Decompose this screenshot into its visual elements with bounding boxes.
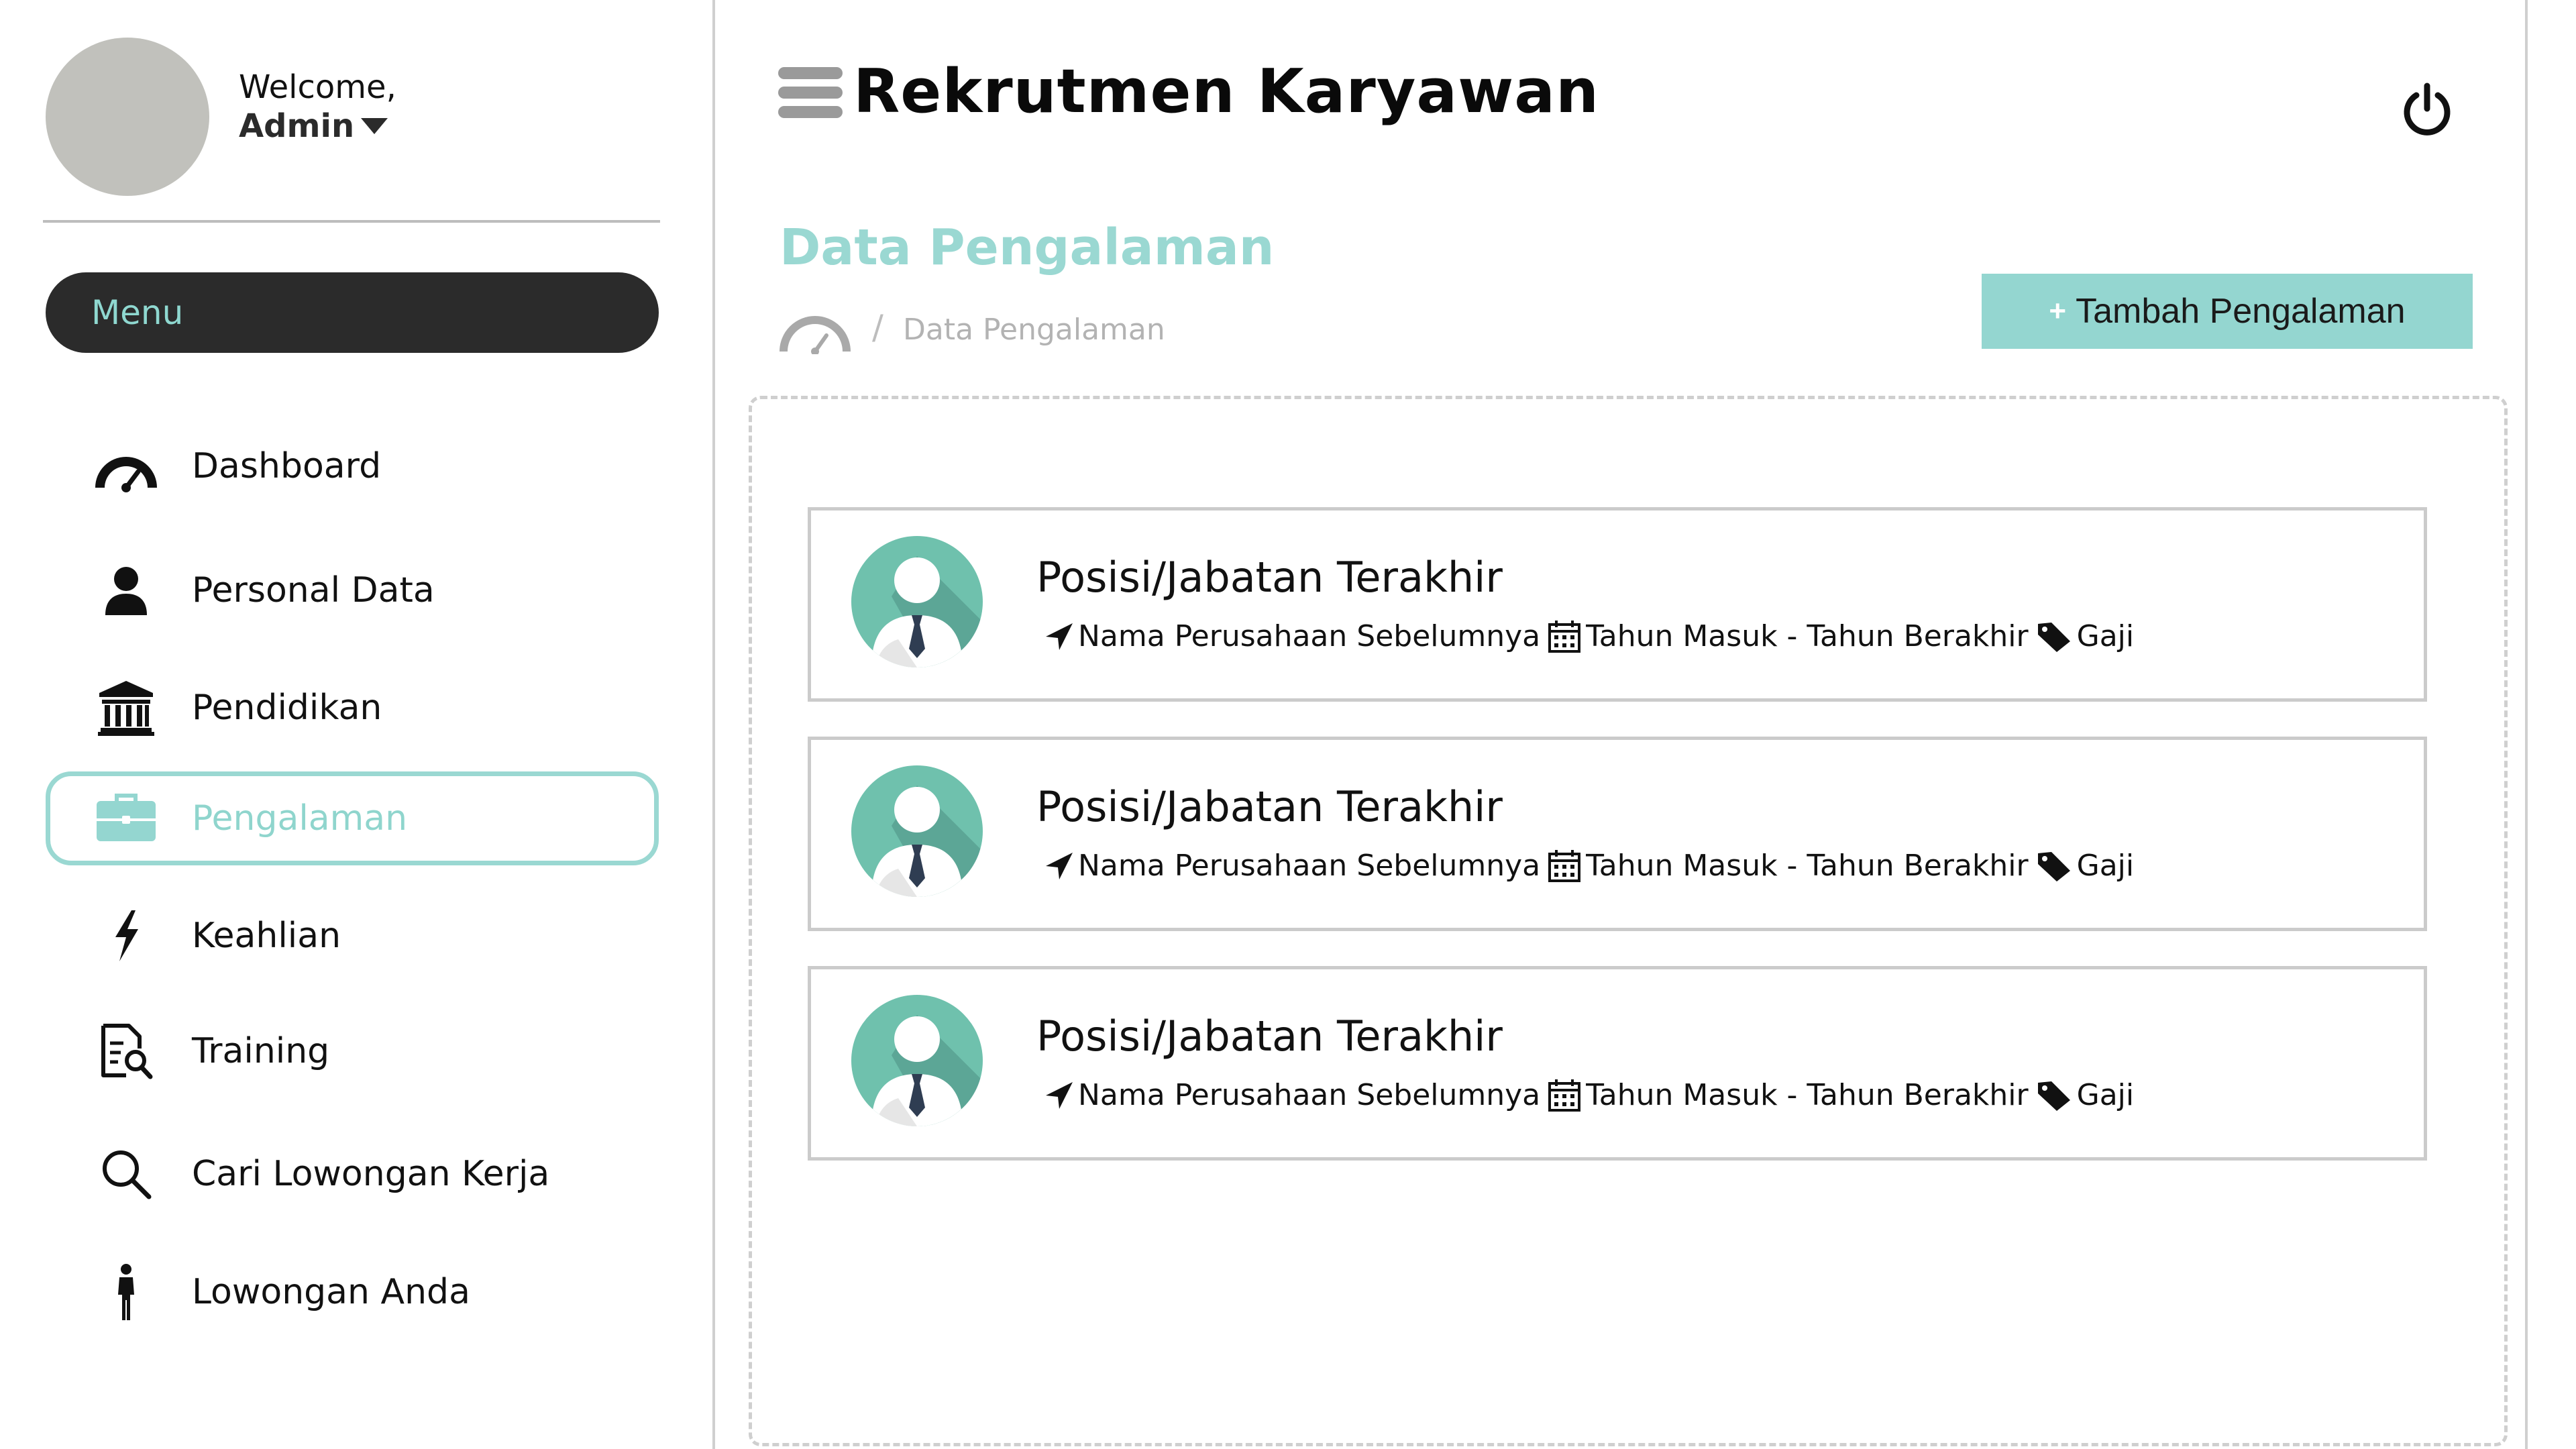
location-arrow-icon <box>1046 623 1073 650</box>
experience-card[interactable]: Posisi/Jabatan Terakhir Nama Perusahaan … <box>808 966 2427 1161</box>
sidebar-item-label: Lowongan Anda <box>192 1272 470 1312</box>
sidebar-item-keahlian[interactable]: Keahlian <box>46 889 659 983</box>
sidebar-item-label: Cari Lowongan Kerja <box>192 1154 550 1194</box>
briefcase-icon <box>86 778 166 859</box>
experience-salary: Gaji <box>2076 849 2135 883</box>
user-name: Admin <box>239 107 355 145</box>
experience-company: Nama Perusahaan Sebelumnya <box>1078 619 1541 653</box>
dashboard-gauge-icon <box>86 426 166 506</box>
experience-card[interactable]: Posisi/Jabatan Terakhir Nama Perusahaan … <box>808 507 2427 702</box>
sidebar-item-label: Pengalaman <box>192 798 408 839</box>
avatar[interactable] <box>46 38 209 196</box>
sidebar-item-pendidikan[interactable]: Pendidikan <box>46 661 659 755</box>
welcome-text: Welcome, <box>239 68 396 106</box>
breadcrumb-current: Data Pengalaman <box>903 313 1165 347</box>
hamburger-icon[interactable] <box>778 67 843 118</box>
search-icon <box>86 1134 166 1214</box>
breadcrumb-separator: / <box>872 308 883 347</box>
employee-avatar-icon <box>851 765 983 897</box>
sidebar-item-pengalaman[interactable]: Pengalaman <box>46 771 659 865</box>
sidebar-item-label: Keahlian <box>192 916 341 956</box>
user-dropdown[interactable]: Admin <box>239 106 388 146</box>
main-border <box>2525 0 2528 1449</box>
power-icon[interactable] <box>2399 82 2455 138</box>
plus-icon: + <box>2049 294 2067 327</box>
sidebar-item-label: Dashboard <box>192 446 382 486</box>
experience-meta: Nama Perusahaan Sebelumnya Tahun Masuk -… <box>1044 847 2134 885</box>
employee-avatar-icon <box>851 536 983 667</box>
experience-title: Posisi/Jabatan Terakhir <box>1036 553 1503 602</box>
experience-salary: Gaji <box>2076 1078 2135 1112</box>
sidebar-item-personal-data[interactable]: Personal Data <box>46 543 659 637</box>
experience-card[interactable]: Posisi/Jabatan Terakhir Nama Perusahaan … <box>808 737 2427 931</box>
sidebar-item-dashboard[interactable]: Dashboard <box>46 419 659 513</box>
sidebar-item-cari-lowongan-kerja[interactable]: Cari Lowongan Kerja <box>46 1127 659 1221</box>
sidebar-item-training[interactable]: Training <box>46 1004 659 1098</box>
experience-salary: Gaji <box>2076 619 2135 653</box>
sidebar-item-lowongan-anda[interactable]: Lowongan Anda <box>46 1245 659 1339</box>
calendar-icon <box>1548 850 1581 882</box>
price-tag-icon <box>2037 1081 2070 1111</box>
add-experience-button[interactable]: + Tambah Pengalaman <box>1982 274 2473 349</box>
price-tag-icon <box>2037 852 2070 881</box>
experience-company: Nama Perusahaan Sebelumnya <box>1078 849 1541 883</box>
employee-avatar-icon <box>851 995 983 1126</box>
location-arrow-icon <box>1046 853 1073 879</box>
experience-period: Tahun Masuk - Tahun Berakhir <box>1586 849 2029 883</box>
experience-period: Tahun Masuk - Tahun Berakhir <box>1586 1078 2029 1112</box>
experience-meta: Nama Perusahaan Sebelumnya Tahun Masuk -… <box>1044 618 2134 655</box>
experience-title: Posisi/Jabatan Terakhir <box>1036 782 1503 831</box>
sidebar-item-label: Pendidikan <box>192 688 382 728</box>
app-title: Rekrutmen Karyawan <box>853 56 1600 127</box>
lightning-icon <box>86 896 166 976</box>
sidebar-item-label: Training <box>192 1031 330 1071</box>
location-arrow-icon <box>1046 1082 1073 1109</box>
caret-down-icon <box>361 118 388 134</box>
experience-title: Posisi/Jabatan Terakhir <box>1036 1012 1503 1061</box>
dashboard-gauge-icon[interactable] <box>778 305 852 356</box>
document-search-icon <box>86 1011 166 1091</box>
experience-meta: Nama Perusahaan Sebelumnya Tahun Masuk -… <box>1044 1077 2134 1114</box>
sidebar-divider <box>43 220 660 223</box>
calendar-icon <box>1548 1079 1581 1112</box>
sidebar: Welcome, Admin Menu Dashboard Personal D… <box>0 0 715 1449</box>
experience-company: Nama Perusahaan Sebelumnya <box>1078 1078 1541 1112</box>
add-experience-label: Tambah Pengalaman <box>2076 292 2406 331</box>
menu-header: Menu <box>46 272 659 353</box>
price-tag-icon <box>2037 623 2070 652</box>
institution-icon <box>86 667 166 748</box>
sidebar-item-label: Personal Data <box>192 570 435 610</box>
experience-period: Tahun Masuk - Tahun Berakhir <box>1586 619 2029 653</box>
page-title: Data Pengalaman <box>780 219 1275 276</box>
person-standing-icon <box>86 1252 166 1332</box>
user-icon <box>86 550 166 631</box>
calendar-icon <box>1548 621 1581 653</box>
